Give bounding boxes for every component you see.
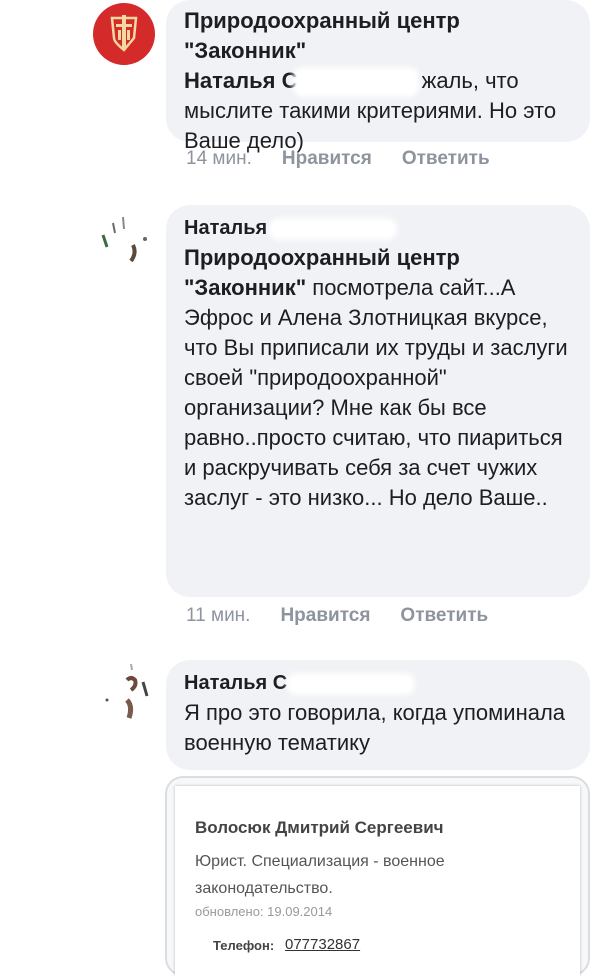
- redaction: [297, 71, 416, 94]
- comment-text: Природоохранный центр "Законник" посмотр…: [184, 243, 572, 513]
- phone-link[interactable]: 077732867: [285, 936, 360, 953]
- comment-text: Наталья С жаль, что мыслите такими крите…: [184, 66, 572, 156]
- comment-author[interactable]: Природоохранный центр "Законник": [184, 6, 572, 66]
- sword-shield-logo-icon: [110, 15, 138, 52]
- comment-actions: 14 мин. Нравится Ответить: [186, 148, 490, 170]
- comment-author[interactable]: Наталья: [184, 217, 267, 239]
- lawyer-description: Юрист. Специализация - военное законодат…: [195, 853, 445, 897]
- page-logo-avatar[interactable]: [93, 3, 155, 65]
- redaction: [273, 221, 394, 236]
- comment-time[interactable]: 11 мин.: [186, 605, 250, 627]
- comment-author[interactable]: Наталья С: [184, 672, 287, 694]
- avatar-image: [93, 205, 155, 267]
- reply-button[interactable]: Ответить: [402, 148, 490, 170]
- comment-author-row: Наталья С: [184, 668, 572, 698]
- comment-bubble: Наталья Природоохранный центр "Законник"…: [166, 205, 590, 597]
- comment-actions: 11 мин. Нравится Ответить: [186, 605, 488, 627]
- comment-bubble: Наталья С Я про это говорила, когда упом…: [166, 660, 590, 770]
- comment-bubble: Природоохранный центр "Законник" Наталья…: [166, 0, 590, 153]
- attachment-preview: Волосюк Дмитрий Сергеевич Юрист. Специал…: [175, 786, 580, 976]
- user-photo-avatar[interactable]: [93, 660, 155, 722]
- comment-author-row: Наталья: [184, 213, 572, 243]
- comment-body: посмотрела сайт...А Эфрос и Алена Злотни…: [184, 275, 568, 510]
- mention[interactable]: Наталья С: [184, 68, 297, 93]
- like-button[interactable]: Нравится: [280, 605, 370, 627]
- phone-label: Телефон:: [213, 938, 275, 953]
- reply-button[interactable]: Ответить: [400, 605, 488, 627]
- lawyer-name: Волосюк Дмитрий Сергеевич: [195, 818, 444, 837]
- updated-date: обновлено: 19.09.2014: [195, 904, 333, 919]
- comment-body: Я про это говорила, когда упоминала воен…: [184, 700, 566, 755]
- like-button[interactable]: Нравится: [282, 148, 372, 170]
- redaction: [291, 676, 412, 691]
- user-photo-avatar[interactable]: [93, 205, 155, 267]
- attachment-card[interactable]: Волосюк Дмитрий Сергеевич Юрист. Специал…: [165, 776, 590, 976]
- avatar-image: [93, 660, 155, 722]
- comment-time[interactable]: 14 мин.: [186, 148, 252, 170]
